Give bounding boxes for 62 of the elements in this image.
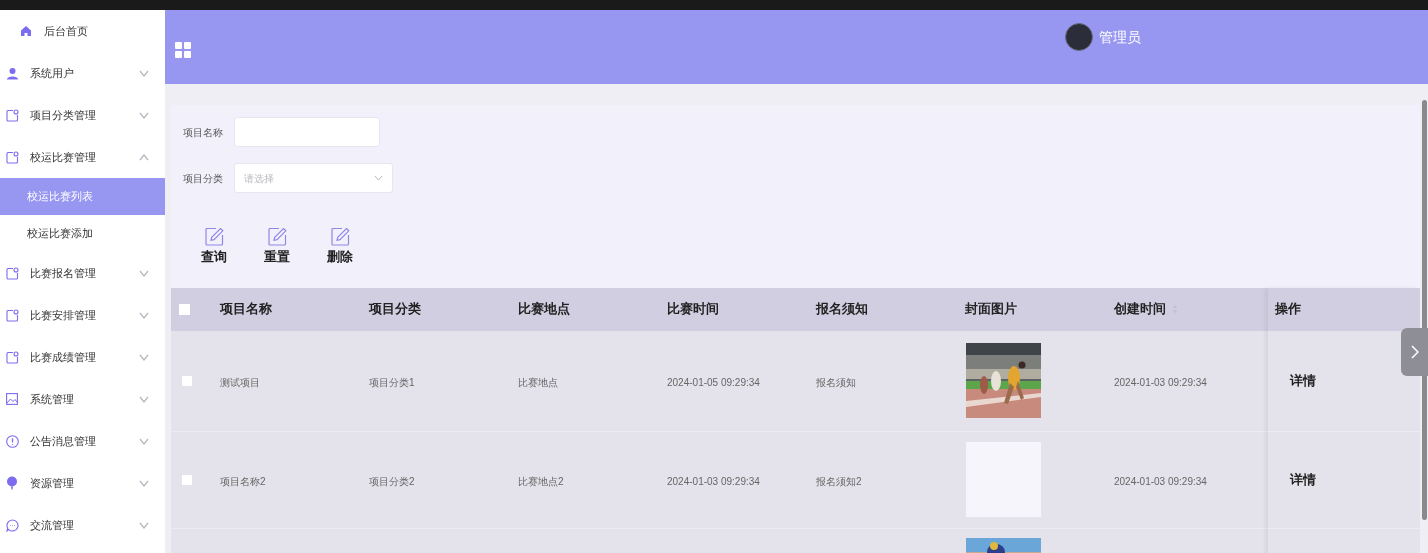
table-cell: 报名须知: [816, 376, 856, 388]
user-icon: [6, 66, 19, 80]
sidebar-item[interactable]: 比赛报名管理: [0, 252, 165, 294]
edit-icon: [267, 227, 287, 246]
table-cell: 2024-01-03 09:29:34: [1114, 376, 1207, 388]
toolbar-button[interactable]: 删除: [327, 227, 353, 267]
home-icon: [20, 25, 32, 37]
edit-icon: [330, 227, 350, 246]
field-label: 项目名称: [183, 125, 224, 140]
table-cell: 2024-01-03 09:29:34: [1114, 475, 1207, 487]
sidebar-item[interactable]: 校运比赛管理: [0, 136, 165, 178]
sidebar-item[interactable]: 后台首页: [0, 10, 165, 52]
sidebar-item[interactable]: 交流管理: [0, 504, 165, 546]
info-icon: [6, 434, 19, 448]
sidebar-item[interactable]: 比赛成绩管理: [0, 336, 165, 378]
card-icon: [6, 308, 19, 322]
table-cell: 测试项目: [220, 376, 260, 388]
table-cell: 比赛地点2: [518, 475, 564, 487]
table-cell: 比赛地点: [518, 376, 558, 388]
table-cell: 项目分类1: [369, 376, 415, 388]
card-icon: [6, 150, 19, 164]
chat-icon: [6, 518, 19, 532]
sidebar-item[interactable]: 系统管理: [0, 378, 165, 420]
column-header: 比赛地点: [518, 300, 570, 319]
column-header: 报名须知: [816, 300, 868, 319]
column-header: 项目分类: [369, 300, 421, 319]
detail-link[interactable]: 详情: [1290, 370, 1316, 391]
toolbar-button[interactable]: 查询: [201, 227, 227, 267]
balloon-icon: [6, 476, 18, 490]
image-icon: [6, 393, 18, 405]
card-icon: [6, 108, 19, 122]
column-header: 比赛时间: [667, 300, 719, 319]
field-label: 项目分类: [183, 171, 224, 186]
edit-icon: [204, 227, 224, 246]
table-cell: 2024-01-05 09:29:34: [667, 376, 760, 388]
card-icon: [6, 266, 19, 280]
table-cell: 项目分类2: [369, 475, 415, 487]
expand-button[interactable]: [1401, 328, 1428, 376]
toolbar-button[interactable]: 重置: [264, 227, 290, 267]
submenu-item[interactable]: 校运比赛添加: [0, 215, 165, 252]
table-cell: 报名须知2: [816, 475, 862, 487]
column-header: 项目名称: [220, 300, 272, 319]
column-header: 创建时间: [1114, 300, 1166, 319]
table-cell: 2024-01-03 09:29:34: [667, 475, 760, 487]
column-header: 封面图片: [965, 300, 1017, 319]
chevron-right-icon: [1410, 345, 1419, 359]
row-checkbox[interactable]: [182, 375, 192, 386]
table-cell: 项目名称2: [220, 475, 266, 487]
sidebar-item[interactable]: 比赛安排管理: [0, 294, 165, 336]
sidebar-item[interactable]: 公告消息管理: [0, 420, 165, 462]
card-icon: [6, 350, 19, 364]
detail-link[interactable]: 详情: [1290, 469, 1316, 490]
name-input[interactable]: [234, 117, 380, 147]
chevron-down-icon: [374, 175, 383, 181]
avatar[interactable]: [1065, 23, 1093, 51]
grid-icon[interactable]: [175, 42, 191, 58]
column-header: 操作: [1275, 300, 1301, 319]
sidebar-item[interactable]: 系统用户: [0, 52, 165, 94]
sidebar-item[interactable]: 资源管理: [0, 462, 165, 504]
select-all-checkbox[interactable]: [179, 303, 190, 315]
row-checkbox[interactable]: [182, 474, 192, 485]
sidebar-item[interactable]: 项目分类管理: [0, 94, 165, 136]
